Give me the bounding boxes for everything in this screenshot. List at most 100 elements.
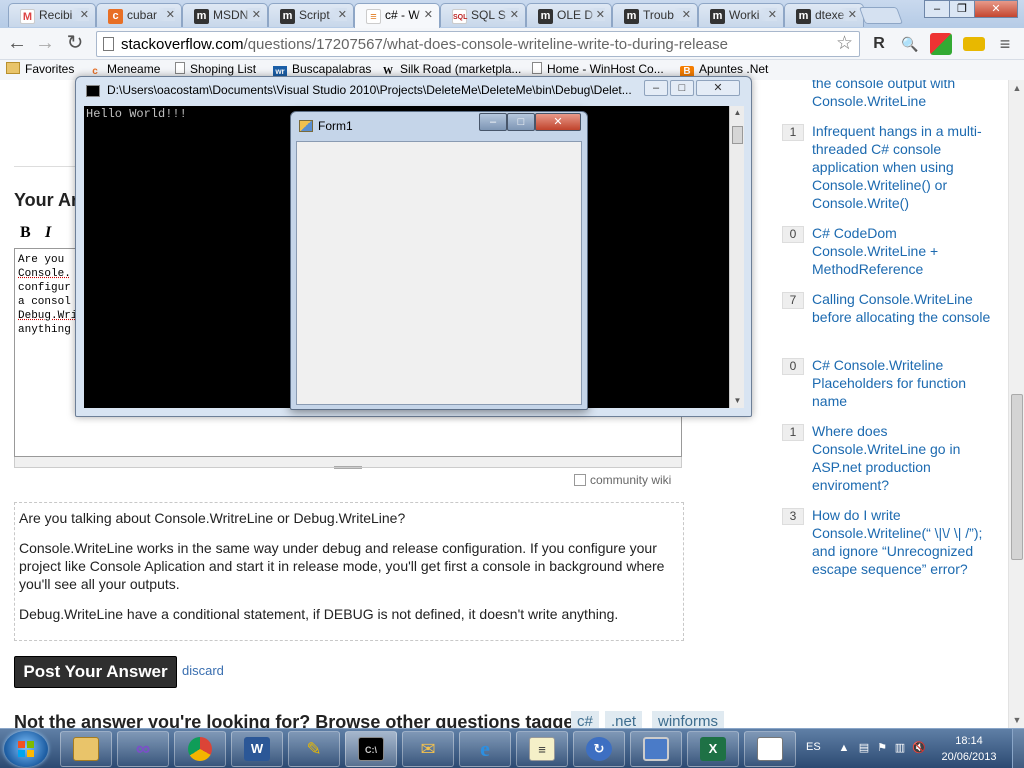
related-question-link[interactable]: How do I write Console.Writeline(“ \|\/ … bbox=[812, 506, 992, 578]
language-indicator[interactable]: ES bbox=[806, 741, 821, 753]
r-extension-icon[interactable]: R bbox=[868, 33, 890, 55]
form1-minimize-button[interactable]: – bbox=[479, 113, 507, 131]
scroll-up-arrow-icon[interactable]: ▲ bbox=[1009, 80, 1024, 96]
form1-maximize-button[interactable]: □ bbox=[507, 113, 535, 131]
application-window-icon bbox=[757, 736, 783, 761]
form1-window[interactable]: Form1 – □ ✕ bbox=[290, 111, 588, 410]
remote-desktop-taskbar-button[interactable] bbox=[630, 731, 682, 767]
bookmark-shoping-list[interactable]: Shoping List bbox=[175, 62, 256, 76]
form1-close-button[interactable]: ✕ bbox=[535, 113, 581, 131]
tab-msdn-4[interactable]: m Troub ✕ bbox=[612, 3, 698, 27]
tab-msdn-5[interactable]: m Worki ✕ bbox=[698, 3, 784, 27]
back-button[interactable]: ← bbox=[4, 31, 30, 57]
tab-meneame[interactable]: c cubar ✕ bbox=[96, 3, 182, 27]
tab-close-icon[interactable]: ✕ bbox=[71, 8, 89, 21]
devices-icon[interactable]: ▤ bbox=[858, 742, 870, 754]
related-question-link[interactable]: Where does Console.WriteLine go in ASP.n… bbox=[812, 422, 992, 494]
address-bar[interactable]: stackoverflow.com/questions/17207567/wha… bbox=[96, 31, 860, 57]
show-desktop-button[interactable] bbox=[1012, 729, 1024, 768]
related-question-link[interactable]: Infrequent hangs in a multi-threaded C# … bbox=[812, 122, 992, 212]
volume-muted-icon[interactable]: 🔇 bbox=[912, 742, 926, 754]
menu-icon[interactable]: ≡ bbox=[994, 33, 1016, 55]
post-answer-button[interactable]: Post Your Answer bbox=[14, 656, 177, 688]
tab-msdn-2[interactable]: m Script ✕ bbox=[268, 3, 354, 27]
related-question[interactable]: the console output with Console.WriteLin… bbox=[782, 80, 992, 110]
community-wiki-checkbox[interactable] bbox=[574, 474, 586, 486]
tab-close-icon[interactable]: ✕ bbox=[673, 8, 691, 21]
tab-close-icon[interactable]: ✕ bbox=[243, 8, 261, 21]
explorer-taskbar-button[interactable] bbox=[60, 731, 112, 767]
tab-gmail[interactable]: M Recibi ✕ bbox=[8, 3, 96, 27]
tab-close-icon[interactable]: ✕ bbox=[157, 8, 175, 21]
related-question-link[interactable]: C# CodeDom Console.WriteLine + MethodRef… bbox=[812, 224, 992, 278]
tools-taskbar-button[interactable]: ✎ bbox=[288, 731, 340, 767]
excel-taskbar-button[interactable]: X bbox=[687, 731, 739, 767]
scroll-up-arrow-icon[interactable]: ▲ bbox=[730, 106, 745, 120]
console-taskbar-button[interactable]: C:\ bbox=[345, 731, 397, 767]
tab-stackoverflow[interactable]: ≡ c# - W ✕ bbox=[354, 3, 440, 28]
tab-close-icon[interactable]: ✕ bbox=[329, 8, 347, 21]
tab-msdn-3[interactable]: m OLE D ✕ bbox=[526, 3, 612, 27]
italic-button[interactable]: I bbox=[45, 224, 51, 242]
word-taskbar-button[interactable]: W bbox=[231, 731, 283, 767]
bookmark-winhost[interactable]: Home - WinHost Co... bbox=[532, 62, 664, 76]
outlook-taskbar-button[interactable]: ✉ bbox=[402, 731, 454, 767]
notepad-taskbar-button[interactable]: ≡ bbox=[516, 731, 568, 767]
scroll-down-arrow-icon[interactable]: ▼ bbox=[730, 394, 745, 408]
tab-close-icon[interactable]: ✕ bbox=[759, 8, 777, 21]
forward-button[interactable]: → bbox=[32, 31, 58, 57]
console-maximize-button[interactable]: □ bbox=[670, 80, 694, 96]
tab-close-icon[interactable]: ✕ bbox=[501, 8, 519, 21]
console-close-button[interactable]: ✕ bbox=[696, 80, 740, 96]
storage-extension-icon[interactable] bbox=[963, 37, 985, 51]
related-vote-count: 0 bbox=[782, 226, 804, 243]
bookmark-star-icon[interactable]: ☆ bbox=[836, 32, 853, 55]
visual-studio-taskbar-button[interactable]: ∞ bbox=[117, 731, 169, 767]
console-minimize-button[interactable]: – bbox=[644, 80, 668, 96]
related-question-link[interactable]: the console output with Console.WriteLin… bbox=[812, 80, 992, 110]
minimize-window-button[interactable]: – bbox=[924, 0, 950, 18]
scrollbar-thumb[interactable] bbox=[1011, 394, 1023, 560]
ie-taskbar-button[interactable]: e bbox=[459, 731, 511, 767]
tab-msdn-6[interactable]: m dtexe ✕ bbox=[784, 3, 864, 27]
community-wiki-option[interactable]: community wiki bbox=[574, 473, 671, 487]
console-scrollbar[interactable]: ▲ ▼ bbox=[729, 106, 744, 408]
clock[interactable]: 18:14 20/06/2013 bbox=[936, 733, 1002, 765]
form1-client-area[interactable] bbox=[296, 141, 582, 405]
system-tray: ES ▲ ▤ ⚑ ▥ 🔇 18:14 20/06/2013 bbox=[798, 729, 1024, 768]
tag-dotnet[interactable]: .net bbox=[605, 711, 643, 728]
tag-winforms[interactable]: winforms bbox=[652, 711, 725, 728]
related-question-link[interactable]: C# Console.Writeline Placeholders for fu… bbox=[812, 356, 992, 410]
chrome-taskbar-button[interactable] bbox=[174, 731, 226, 767]
sync-taskbar-button[interactable]: ↻ bbox=[573, 731, 625, 767]
tab-close-icon[interactable]: ✕ bbox=[587, 8, 605, 21]
tab-close-icon[interactable]: ✕ bbox=[839, 8, 857, 21]
bookmark-favorites[interactable]: Favorites bbox=[6, 62, 74, 76]
extension-badge-icon[interactable] bbox=[930, 33, 952, 55]
network-icon[interactable]: ▥ bbox=[894, 742, 906, 754]
flag-icon[interactable]: ⚑ bbox=[876, 742, 888, 754]
show-hidden-icons-icon[interactable]: ▲ bbox=[838, 742, 850, 754]
restore-window-button[interactable]: ❐ bbox=[949, 0, 975, 18]
tab-title: Script bbox=[299, 8, 330, 22]
window-taskbar-button[interactable] bbox=[744, 731, 796, 767]
magnifier-extension-icon[interactable]: 🔍 bbox=[899, 33, 921, 55]
tab-title: SQL S bbox=[471, 8, 506, 22]
tag-csharp[interactable]: c# bbox=[571, 711, 599, 728]
related-question-link[interactable]: Calling Console.WriteLine before allocat… bbox=[812, 290, 992, 326]
reload-button[interactable]: ↻ bbox=[62, 31, 88, 57]
tab-msdn-1[interactable]: m MSDN ✕ bbox=[182, 3, 268, 27]
clock-date: 20/06/2013 bbox=[941, 751, 997, 763]
scroll-down-arrow-icon[interactable]: ▼ bbox=[1009, 712, 1024, 728]
new-tab-button[interactable] bbox=[858, 7, 904, 24]
word-icon: W bbox=[244, 736, 270, 761]
start-button[interactable] bbox=[4, 731, 48, 767]
tab-sqlcat[interactable]: SQL SQL S ✕ bbox=[440, 3, 526, 27]
discard-link[interactable]: discard bbox=[182, 663, 224, 678]
textarea-resize-grip[interactable] bbox=[14, 457, 682, 469]
tab-close-icon[interactable]: ✕ bbox=[415, 8, 433, 21]
console-scrollbar-thumb[interactable] bbox=[732, 126, 743, 144]
close-window-button[interactable]: ✕ bbox=[974, 0, 1018, 18]
page-scrollbar[interactable]: ▲ ▼ bbox=[1008, 80, 1024, 728]
bold-button[interactable]: B bbox=[20, 224, 31, 242]
